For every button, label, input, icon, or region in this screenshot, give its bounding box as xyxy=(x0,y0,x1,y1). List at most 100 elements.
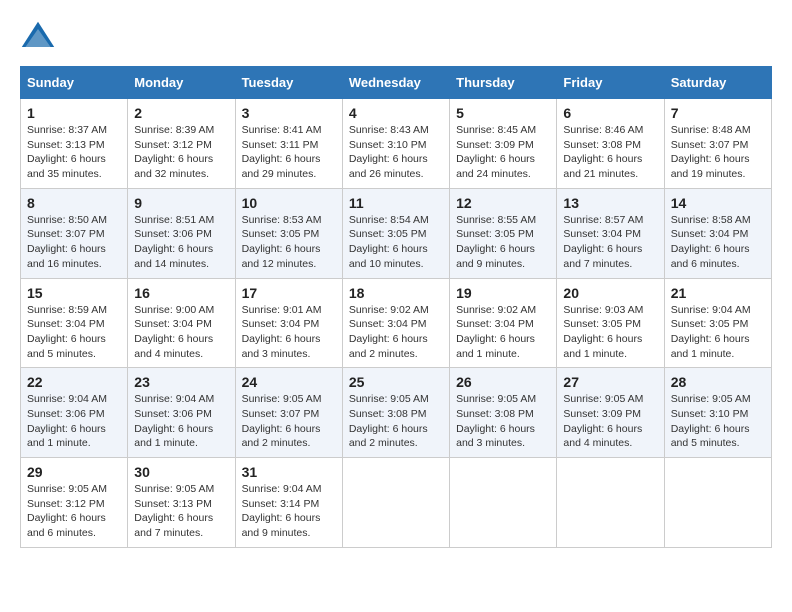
day-number: 2 xyxy=(134,105,228,121)
calendar-cell xyxy=(450,458,557,548)
calendar-cell: 23 Sunrise: 9:04 AM Sunset: 3:06 PM Dayl… xyxy=(128,368,235,458)
calendar-cell: 26 Sunrise: 9:05 AM Sunset: 3:08 PM Dayl… xyxy=(450,368,557,458)
day-number: 10 xyxy=(242,195,336,211)
calendar-cell: 8 Sunrise: 8:50 AM Sunset: 3:07 PM Dayli… xyxy=(21,188,128,278)
logo-icon xyxy=(20,20,56,56)
calendar-cell xyxy=(342,458,449,548)
day-header-monday: Monday xyxy=(128,67,235,99)
day-number: 25 xyxy=(349,374,443,390)
day-info: Sunrise: 9:05 AM Sunset: 3:09 PM Dayligh… xyxy=(563,392,657,451)
day-number: 21 xyxy=(671,285,765,301)
day-info: Sunrise: 8:45 AM Sunset: 3:09 PM Dayligh… xyxy=(456,123,550,182)
calendar-cell: 25 Sunrise: 9:05 AM Sunset: 3:08 PM Dayl… xyxy=(342,368,449,458)
calendar-cell xyxy=(664,458,771,548)
day-info: Sunrise: 9:03 AM Sunset: 3:05 PM Dayligh… xyxy=(563,303,657,362)
day-info: Sunrise: 9:04 AM Sunset: 3:14 PM Dayligh… xyxy=(242,482,336,541)
day-info: Sunrise: 8:51 AM Sunset: 3:06 PM Dayligh… xyxy=(134,213,228,272)
calendar-cell: 17 Sunrise: 9:01 AM Sunset: 3:04 PM Dayl… xyxy=(235,278,342,368)
day-number: 11 xyxy=(349,195,443,211)
calendar-week-4: 22 Sunrise: 9:04 AM Sunset: 3:06 PM Dayl… xyxy=(21,368,772,458)
calendar-cell: 29 Sunrise: 9:05 AM Sunset: 3:12 PM Dayl… xyxy=(21,458,128,548)
calendar-header-row: SundayMondayTuesdayWednesdayThursdayFrid… xyxy=(21,67,772,99)
day-number: 22 xyxy=(27,374,121,390)
day-info: Sunrise: 9:04 AM Sunset: 3:06 PM Dayligh… xyxy=(134,392,228,451)
calendar-cell xyxy=(557,458,664,548)
calendar-cell: 11 Sunrise: 8:54 AM Sunset: 3:05 PM Dayl… xyxy=(342,188,449,278)
day-info: Sunrise: 9:05 AM Sunset: 3:07 PM Dayligh… xyxy=(242,392,336,451)
calendar-cell: 7 Sunrise: 8:48 AM Sunset: 3:07 PM Dayli… xyxy=(664,99,771,189)
day-info: Sunrise: 9:02 AM Sunset: 3:04 PM Dayligh… xyxy=(349,303,443,362)
day-info: Sunrise: 8:59 AM Sunset: 3:04 PM Dayligh… xyxy=(27,303,121,362)
day-info: Sunrise: 9:04 AM Sunset: 3:06 PM Dayligh… xyxy=(27,392,121,451)
calendar-cell: 6 Sunrise: 8:46 AM Sunset: 3:08 PM Dayli… xyxy=(557,99,664,189)
day-info: Sunrise: 9:05 AM Sunset: 3:08 PM Dayligh… xyxy=(349,392,443,451)
calendar-cell: 21 Sunrise: 9:04 AM Sunset: 3:05 PM Dayl… xyxy=(664,278,771,368)
calendar: SundayMondayTuesdayWednesdayThursdayFrid… xyxy=(20,66,772,548)
calendar-cell: 1 Sunrise: 8:37 AM Sunset: 3:13 PM Dayli… xyxy=(21,99,128,189)
calendar-cell: 4 Sunrise: 8:43 AM Sunset: 3:10 PM Dayli… xyxy=(342,99,449,189)
calendar-cell: 22 Sunrise: 9:04 AM Sunset: 3:06 PM Dayl… xyxy=(21,368,128,458)
day-number: 8 xyxy=(27,195,121,211)
day-header-thursday: Thursday xyxy=(450,67,557,99)
calendar-cell: 18 Sunrise: 9:02 AM Sunset: 3:04 PM Dayl… xyxy=(342,278,449,368)
day-info: Sunrise: 9:02 AM Sunset: 3:04 PM Dayligh… xyxy=(456,303,550,362)
calendar-week-1: 1 Sunrise: 8:37 AM Sunset: 3:13 PM Dayli… xyxy=(21,99,772,189)
calendar-cell: 13 Sunrise: 8:57 AM Sunset: 3:04 PM Dayl… xyxy=(557,188,664,278)
day-header-sunday: Sunday xyxy=(21,67,128,99)
day-number: 16 xyxy=(134,285,228,301)
day-number: 19 xyxy=(456,285,550,301)
day-number: 31 xyxy=(242,464,336,480)
calendar-cell: 14 Sunrise: 8:58 AM Sunset: 3:04 PM Dayl… xyxy=(664,188,771,278)
day-number: 9 xyxy=(134,195,228,211)
day-info: Sunrise: 8:43 AM Sunset: 3:10 PM Dayligh… xyxy=(349,123,443,182)
day-header-tuesday: Tuesday xyxy=(235,67,342,99)
calendar-cell: 31 Sunrise: 9:04 AM Sunset: 3:14 PM Dayl… xyxy=(235,458,342,548)
calendar-cell: 27 Sunrise: 9:05 AM Sunset: 3:09 PM Dayl… xyxy=(557,368,664,458)
day-info: Sunrise: 9:05 AM Sunset: 3:10 PM Dayligh… xyxy=(671,392,765,451)
calendar-cell: 9 Sunrise: 8:51 AM Sunset: 3:06 PM Dayli… xyxy=(128,188,235,278)
day-number: 15 xyxy=(27,285,121,301)
day-number: 4 xyxy=(349,105,443,121)
day-info: Sunrise: 8:54 AM Sunset: 3:05 PM Dayligh… xyxy=(349,213,443,272)
calendar-cell: 5 Sunrise: 8:45 AM Sunset: 3:09 PM Dayli… xyxy=(450,99,557,189)
day-info: Sunrise: 9:01 AM Sunset: 3:04 PM Dayligh… xyxy=(242,303,336,362)
day-number: 30 xyxy=(134,464,228,480)
day-info: Sunrise: 9:00 AM Sunset: 3:04 PM Dayligh… xyxy=(134,303,228,362)
day-info: Sunrise: 9:05 AM Sunset: 3:13 PM Dayligh… xyxy=(134,482,228,541)
day-number: 7 xyxy=(671,105,765,121)
day-info: Sunrise: 8:57 AM Sunset: 3:04 PM Dayligh… xyxy=(563,213,657,272)
logo xyxy=(20,20,62,56)
day-info: Sunrise: 8:58 AM Sunset: 3:04 PM Dayligh… xyxy=(671,213,765,272)
calendar-cell: 2 Sunrise: 8:39 AM Sunset: 3:12 PM Dayli… xyxy=(128,99,235,189)
day-header-saturday: Saturday xyxy=(664,67,771,99)
day-number: 12 xyxy=(456,195,550,211)
day-number: 20 xyxy=(563,285,657,301)
calendar-cell: 16 Sunrise: 9:00 AM Sunset: 3:04 PM Dayl… xyxy=(128,278,235,368)
day-info: Sunrise: 8:53 AM Sunset: 3:05 PM Dayligh… xyxy=(242,213,336,272)
day-number: 28 xyxy=(671,374,765,390)
calendar-cell: 28 Sunrise: 9:05 AM Sunset: 3:10 PM Dayl… xyxy=(664,368,771,458)
day-number: 1 xyxy=(27,105,121,121)
header xyxy=(20,20,772,56)
day-number: 18 xyxy=(349,285,443,301)
day-info: Sunrise: 8:46 AM Sunset: 3:08 PM Dayligh… xyxy=(563,123,657,182)
calendar-week-2: 8 Sunrise: 8:50 AM Sunset: 3:07 PM Dayli… xyxy=(21,188,772,278)
calendar-cell: 3 Sunrise: 8:41 AM Sunset: 3:11 PM Dayli… xyxy=(235,99,342,189)
day-number: 6 xyxy=(563,105,657,121)
day-number: 3 xyxy=(242,105,336,121)
calendar-cell: 10 Sunrise: 8:53 AM Sunset: 3:05 PM Dayl… xyxy=(235,188,342,278)
day-header-wednesday: Wednesday xyxy=(342,67,449,99)
day-number: 5 xyxy=(456,105,550,121)
calendar-week-3: 15 Sunrise: 8:59 AM Sunset: 3:04 PM Dayl… xyxy=(21,278,772,368)
day-number: 23 xyxy=(134,374,228,390)
day-info: Sunrise: 8:37 AM Sunset: 3:13 PM Dayligh… xyxy=(27,123,121,182)
day-info: Sunrise: 8:55 AM Sunset: 3:05 PM Dayligh… xyxy=(456,213,550,272)
calendar-cell: 19 Sunrise: 9:02 AM Sunset: 3:04 PM Dayl… xyxy=(450,278,557,368)
calendar-cell: 30 Sunrise: 9:05 AM Sunset: 3:13 PM Dayl… xyxy=(128,458,235,548)
day-number: 17 xyxy=(242,285,336,301)
day-info: Sunrise: 8:39 AM Sunset: 3:12 PM Dayligh… xyxy=(134,123,228,182)
calendar-cell: 24 Sunrise: 9:05 AM Sunset: 3:07 PM Dayl… xyxy=(235,368,342,458)
day-number: 26 xyxy=(456,374,550,390)
calendar-cell: 12 Sunrise: 8:55 AM Sunset: 3:05 PM Dayl… xyxy=(450,188,557,278)
day-number: 13 xyxy=(563,195,657,211)
